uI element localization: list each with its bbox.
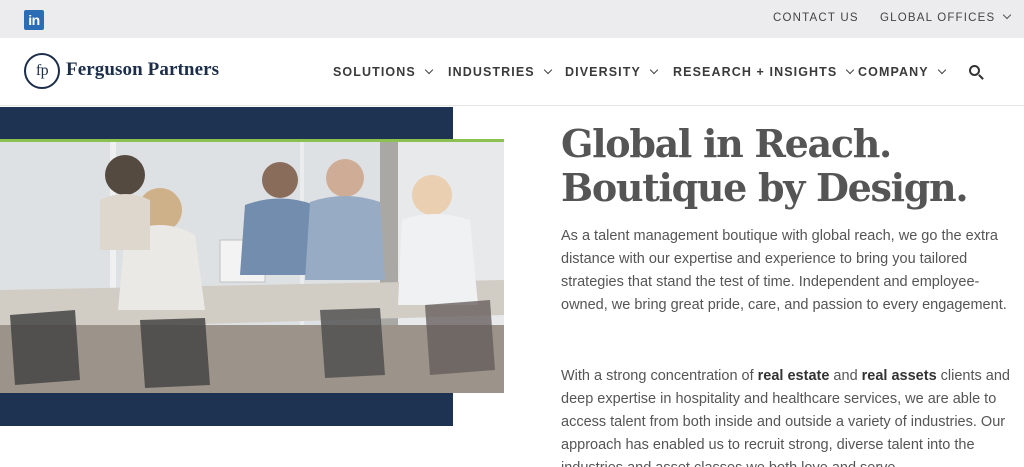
intro-paragraph: As a talent management boutique with glo… [561,228,1007,313]
logo-mark[interactable]: fp [24,53,60,89]
contact-us-label: CONTACT US [773,12,859,24]
chevron-down-icon [846,65,855,75]
nav-research-insights[interactable]: RESEARCH + INSIGHTS [673,65,855,79]
hero-photo [0,140,504,393]
main-header: fp Ferguson Partners SOLUTIONS INDUSTRIE… [0,38,1024,106]
nav-diversity-label: DIVERSITY [565,65,641,79]
chevron-down-icon [543,65,552,75]
contact-us-link[interactable]: CONTACT US [773,12,859,24]
chevron-down-icon [649,65,659,75]
utility-bar: in CONTACT US GLOBAL OFFICES [0,0,1024,38]
search-icon[interactable] [969,65,985,81]
chevron-down-icon [1003,10,1012,20]
chevron-down-icon [424,65,434,75]
nav-research-insights-label: RESEARCH + INSIGHTS [673,65,838,79]
nav-solutions-label: SOLUTIONS [333,65,416,79]
concentration-paragraph: With a strong concentration of real esta… [561,365,1011,467]
hero-heading-line2: Boutique by Design. [561,165,969,210]
hero-heading-line1: Global in Reach. [561,121,892,166]
real-assets-emphasis: real assets [861,368,937,384]
p2-text-mid: and [829,368,862,384]
nav-diversity[interactable]: DIVERSITY [565,65,659,79]
real-estate-emphasis: real estate [757,368,830,384]
logo-text[interactable]: Ferguson Partners [66,59,219,81]
nav-solutions[interactable]: SOLUTIONS [333,65,434,79]
hero-heading: Global in Reach. Boutique by Design. [561,121,969,210]
hero-accent-line [0,139,504,142]
nav-company-label: COMPANY [858,65,929,79]
p2-text-before: With a strong concentration of [561,368,758,384]
linkedin-icon[interactable]: in [24,10,44,30]
nav-industries-label: INDUSTRIES [448,65,535,79]
global-offices-label: GLOBAL OFFICES [880,12,996,24]
chevron-down-icon [937,65,946,75]
nav-company[interactable]: COMPANY [858,65,946,79]
nav-industries[interactable]: INDUSTRIES [448,65,552,79]
global-offices-dropdown[interactable]: GLOBAL OFFICES [880,10,1012,24]
